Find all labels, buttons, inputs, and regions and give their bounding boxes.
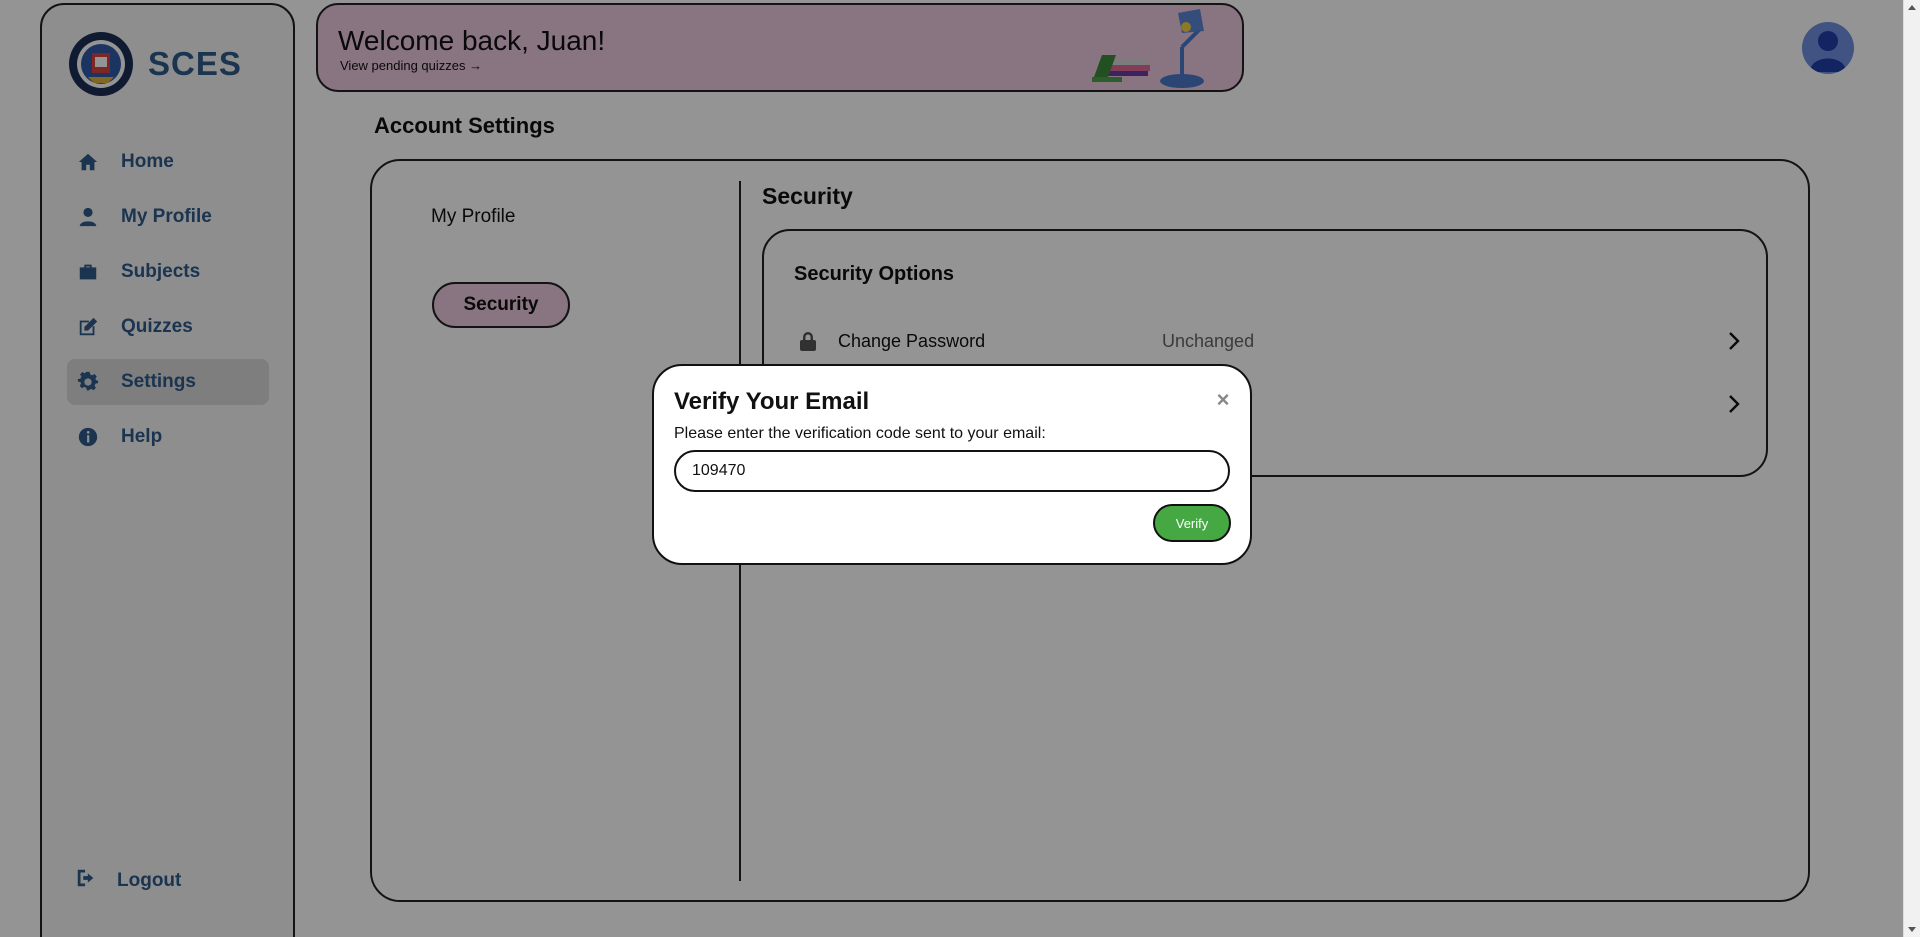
scroll-down-arrow-icon[interactable]: [1908, 927, 1916, 932]
verify-button[interactable]: Verify: [1153, 504, 1231, 542]
modal-instructions: Please enter the verification code sent …: [674, 425, 1046, 442]
verify-email-modal: Verify Your Email × Please enter the ver…: [652, 364, 1252, 565]
close-icon[interactable]: ×: [1213, 389, 1233, 411]
verification-code-input[interactable]: [674, 450, 1230, 492]
page-scrollbar[interactable]: [1903, 0, 1920, 937]
scroll-up-arrow-icon[interactable]: [1908, 5, 1916, 10]
modal-title: Verify Your Email: [674, 388, 870, 415]
